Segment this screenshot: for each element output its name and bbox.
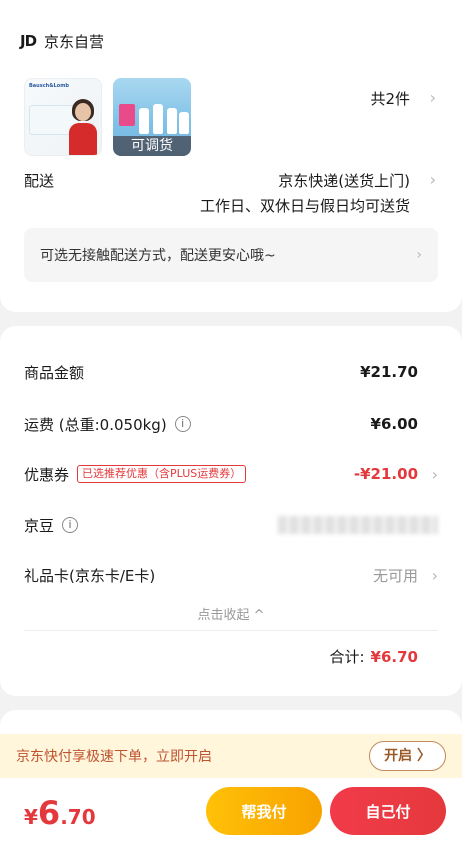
goods-amount-label: 商品金额 xyxy=(24,363,85,382)
total-label: 合计: xyxy=(329,648,365,666)
product-box-image xyxy=(119,104,135,126)
promo-text: 京东快付享极速下单，立即开启 xyxy=(16,749,212,765)
store-header: JD 京东自营 xyxy=(20,30,104,52)
amount-decimal: .70 xyxy=(60,805,96,829)
giftcard-value: 无可用 xyxy=(372,566,418,585)
delivery-schedule: 工作日、双休日与假日均可送货 xyxy=(199,197,410,215)
chevron-right-icon[interactable]: › xyxy=(430,170,436,189)
info-icon[interactable]: i xyxy=(174,416,191,432)
jingdou-row[interactable]: 京豆 i xyxy=(24,513,438,537)
giftcard-label: 礼品卡(京东卡/E卡) xyxy=(24,566,156,585)
checkout-bar xyxy=(0,710,462,860)
shipping-fee-row: 运费 (总重:0.050kg) i ¥6.00 xyxy=(24,412,438,436)
delivery-label: 配送 xyxy=(24,172,55,190)
jingdou-label: 京豆 xyxy=(24,516,55,535)
coupon-value: -¥21.00 xyxy=(353,465,418,483)
coupon-tag: 已选推荐优惠（含PLUS运费券） xyxy=(77,465,247,483)
store-name: 京东自营 xyxy=(44,32,105,51)
collapse-button[interactable]: 点击收起 ^ xyxy=(0,604,462,623)
coupon-row[interactable]: 优惠券 已选推荐优惠（含PLUS运费券） -¥21.00 › xyxy=(24,462,438,486)
total-row: 合计: ¥6.70 xyxy=(329,646,418,667)
pay-myself-button[interactable]: 自己付 xyxy=(330,787,446,835)
bottle-image xyxy=(153,104,163,134)
coupon-label: 优惠券 xyxy=(24,465,70,484)
transferable-badge: 可调货 xyxy=(113,136,191,156)
enable-quick-pay-button[interactable]: 开启 〉 xyxy=(369,741,446,771)
payment-amount: ¥6.70 xyxy=(24,794,96,832)
chevron-right-icon[interactable]: › xyxy=(432,465,438,484)
divider xyxy=(24,630,438,631)
amount-integer: 6 xyxy=(37,794,61,832)
shipping-fee-label: 运费 (总重:0.050kg) xyxy=(24,415,167,434)
product-thumbnail[interactable]: Bausch&Lomb xyxy=(24,78,102,156)
item-count[interactable]: 共2件 xyxy=(370,88,410,109)
quick-pay-promo-banner: 京东快付享极速下单，立即开启 开启 〉 xyxy=(0,734,462,778)
bottle-image xyxy=(139,108,149,134)
giftcard-row[interactable]: 礼品卡(京东卡/E卡) 无可用 › xyxy=(24,563,438,587)
bottle-image xyxy=(179,112,189,134)
delivery-method[interactable]: 京东快递(送货上门) xyxy=(278,170,410,191)
goods-amount-row: 商品金额 ¥21.70 xyxy=(24,360,438,384)
chevron-right-icon: › xyxy=(416,247,422,263)
total-value: ¥6.70 xyxy=(370,648,418,666)
jd-logo: JD xyxy=(20,32,37,50)
contactless-text: 可选无接触配送方式，配送更安心哦~ xyxy=(40,248,276,264)
currency-symbol: ¥ xyxy=(24,805,38,829)
model-image xyxy=(67,97,99,155)
product-thumbnail[interactable]: 可调货 xyxy=(113,78,191,156)
info-icon[interactable]: i xyxy=(62,517,79,533)
shipping-fee-value: ¥6.00 xyxy=(370,415,418,433)
goods-amount-value: ¥21.70 xyxy=(360,363,418,381)
product-brand-label: Bausch&Lomb xyxy=(29,83,70,89)
bottle-image xyxy=(167,108,177,134)
help-me-pay-button[interactable]: 帮我付 xyxy=(206,787,322,835)
product-thumbnails[interactable]: Bausch&Lomb 可调货 xyxy=(24,78,202,156)
chevron-right-icon[interactable]: › xyxy=(432,566,438,585)
contactless-delivery-option[interactable]: 可选无接触配送方式，配送更安心哦~ › xyxy=(24,228,438,282)
chevron-right-icon[interactable]: › xyxy=(430,88,436,107)
jingdou-blurred-value xyxy=(278,516,438,534)
